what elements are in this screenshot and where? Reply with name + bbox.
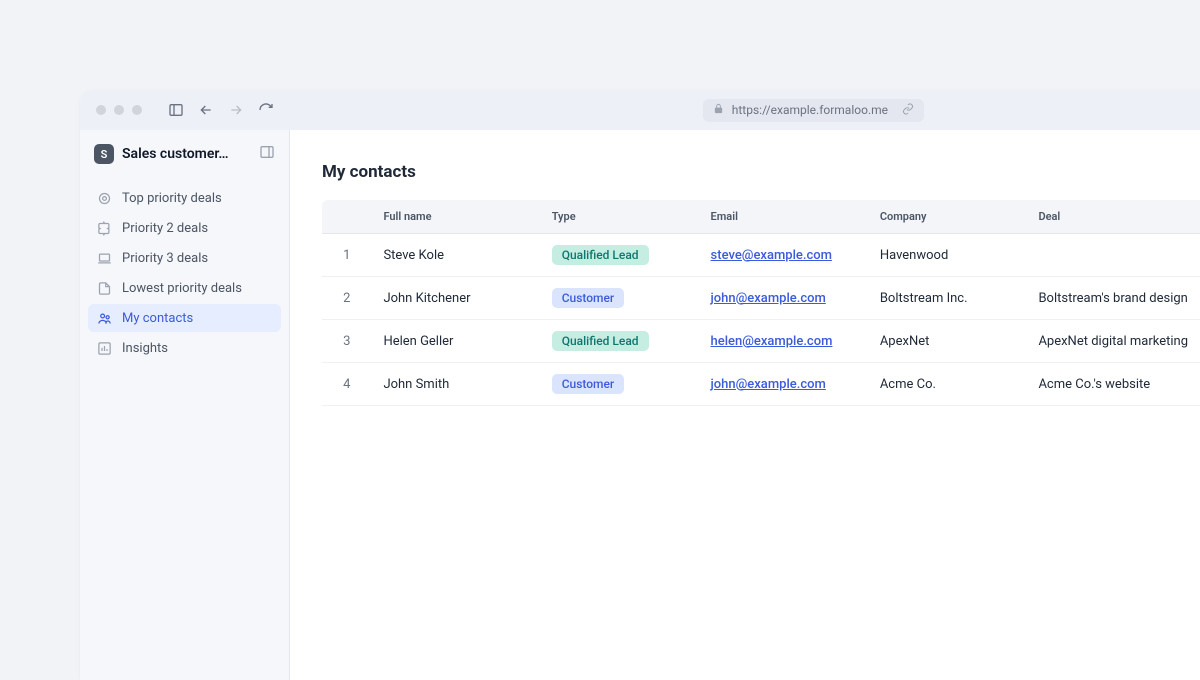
row-number: 4 (322, 363, 371, 406)
cell-deal: Boltstream's brand design (1026, 277, 1200, 320)
sidebar-item-priority-2-deals[interactable]: Priority 2 deals (88, 214, 281, 242)
nav-list: Top priority deals Priority 2 deals Priori… (88, 184, 281, 362)
cell-email: steve@example.com (699, 234, 868, 277)
email-link[interactable]: steve@example.com (711, 248, 832, 263)
sidebar-item-label: Priority 3 deals (122, 251, 208, 266)
cell-email: helen@example.com (699, 320, 868, 363)
cell-full-name: Steve Kole (371, 234, 539, 277)
back-icon[interactable] (198, 102, 214, 118)
maximize-window-button[interactable] (132, 105, 142, 115)
target-icon (96, 190, 112, 206)
cell-company: Acme Co. (868, 363, 1027, 406)
url-text: https://example.formaloo.me (732, 103, 888, 117)
cell-full-name: Helen Geller (371, 320, 539, 363)
link-icon[interactable] (902, 103, 914, 118)
cell-deal: ApexNet digital marketing (1026, 320, 1200, 363)
sidebar-item-insights[interactable]: Insights (88, 334, 281, 362)
type-badge: Qualified Lead (552, 331, 649, 351)
table-row[interactable]: 1Steve Kole Qualified Lead steve@example.c… (322, 234, 1200, 277)
titlebar: https://example.formaloo.me (80, 90, 1200, 130)
sidebar-item-priority-3-deals[interactable]: Priority 3 deals (88, 244, 281, 272)
table-row[interactable]: 2John Kitchener Customer john@example.com B… (322, 277, 1200, 320)
sidebar-item-label: Insights (122, 341, 168, 356)
main-content: My contacts Full nameTypeEmailCompanyDea… (290, 130, 1200, 680)
row-number: 3 (322, 320, 371, 363)
table-row[interactable]: 4John Smith Customer john@example.com Acme … (322, 363, 1200, 406)
cell-type: Customer (540, 277, 699, 320)
cell-full-name: John Kitchener (371, 277, 539, 320)
column-header[interactable]: Deal (1026, 200, 1200, 234)
sidebar-item-lowest-priority-deals[interactable]: Lowest priority deals (88, 274, 281, 302)
traffic-lights (96, 105, 142, 115)
row-number: 1 (322, 234, 371, 277)
sidebar-item-top-priority-deals[interactable]: Top priority deals (88, 184, 281, 212)
column-header[interactable] (322, 200, 371, 234)
cell-email: john@example.com (699, 363, 868, 406)
cell-deal (1026, 234, 1200, 277)
chart-icon (96, 340, 112, 356)
table-header-row: Full nameTypeEmailCompanyDeal (322, 200, 1200, 234)
file-icon (96, 280, 112, 296)
sidebar-toggle-icon[interactable] (168, 102, 184, 118)
contacts-table: Full nameTypeEmailCompanyDeal 1Steve Kol… (322, 200, 1200, 406)
panel-toggle-icon[interactable] (259, 144, 275, 164)
row-number: 2 (322, 277, 371, 320)
users-icon (96, 310, 112, 326)
sidebar-item-label: Priority 2 deals (122, 221, 208, 236)
type-badge: Customer (552, 288, 624, 308)
cell-type: Qualified Lead (540, 234, 699, 277)
cell-full-name: John Smith (371, 363, 539, 406)
cell-company: Boltstream Inc. (868, 277, 1027, 320)
table-row[interactable]: 3Helen Geller Qualified Lead helen@example… (322, 320, 1200, 363)
sidebar-item-label: Top priority deals (122, 191, 222, 206)
column-header[interactable]: Company (868, 200, 1027, 234)
email-link[interactable]: john@example.com (711, 377, 826, 392)
lock-icon (713, 103, 724, 117)
url-bar[interactable]: https://example.formaloo.me (703, 99, 924, 122)
puzzle-icon (96, 220, 112, 236)
app-window: https://example.formaloo.me S Sales cust… (80, 90, 1200, 680)
cell-company: Havenwood (868, 234, 1027, 277)
sidebar: S Sales customer… Top priority deals Prio… (80, 130, 290, 680)
email-link[interactable]: john@example.com (711, 291, 826, 306)
workspace-badge: S (94, 144, 114, 164)
type-badge: Customer (552, 374, 624, 394)
cell-email: john@example.com (699, 277, 868, 320)
workspace-title: Sales customer… (122, 146, 251, 162)
sidebar-item-label: My contacts (122, 311, 193, 326)
reload-icon[interactable] (258, 102, 274, 118)
cell-type: Customer (540, 363, 699, 406)
workspace-header[interactable]: S Sales customer… (88, 140, 281, 178)
close-window-button[interactable] (96, 105, 106, 115)
column-header[interactable]: Email (699, 200, 868, 234)
minimize-window-button[interactable] (114, 105, 124, 115)
page-title: My contacts (322, 162, 1200, 182)
column-header[interactable]: Full name (371, 200, 539, 234)
email-link[interactable]: helen@example.com (711, 334, 833, 349)
column-header[interactable]: Type (540, 200, 699, 234)
sidebar-item-my-contacts[interactable]: My contacts (88, 304, 281, 332)
type-badge: Qualified Lead (552, 245, 649, 265)
forward-icon[interactable] (228, 102, 244, 118)
cell-company: ApexNet (868, 320, 1027, 363)
cell-type: Qualified Lead (540, 320, 699, 363)
sidebar-item-label: Lowest priority deals (122, 281, 242, 296)
laptop-icon (96, 250, 112, 266)
cell-deal: Acme Co.'s website (1026, 363, 1200, 406)
